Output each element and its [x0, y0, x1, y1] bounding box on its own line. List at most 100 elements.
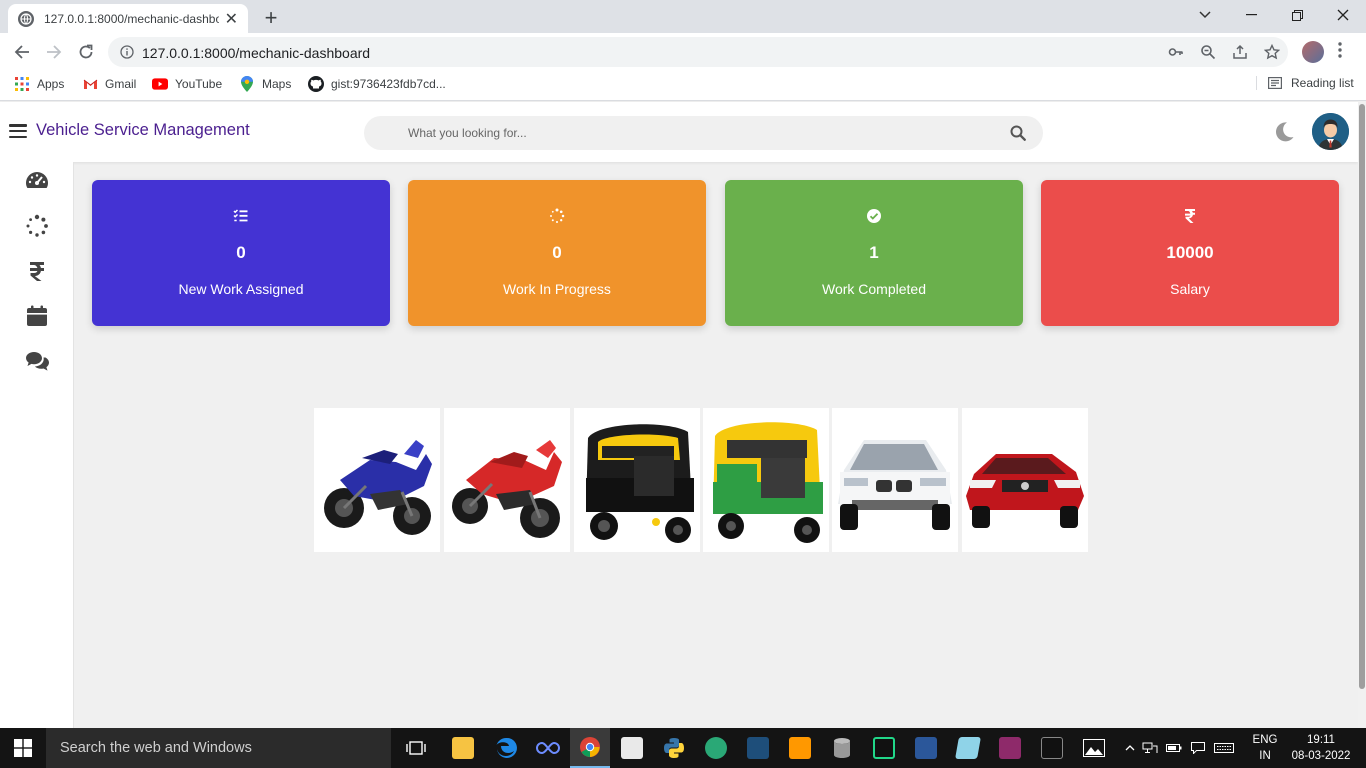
new-tab-button[interactable]: + — [260, 5, 282, 31]
notes-app-icon[interactable] — [948, 728, 988, 768]
bookmark-youtube[interactable]: YouTube — [152, 76, 222, 92]
card-label: New Work Assigned — [178, 281, 304, 297]
sidebar-item-calendar[interactable] — [24, 305, 50, 331]
tab-title: 127.0.0.1:8000/mechanic-dashboard — [44, 11, 219, 26]
spinner-icon — [25, 214, 49, 243]
store-icon[interactable] — [612, 728, 652, 768]
calendar-icon — [25, 304, 49, 333]
browser-tab-strip: 127.0.0.1:8000/mechanic-dashboard ✕ + — [0, 0, 1366, 33]
card-label: Salary — [1170, 281, 1210, 297]
sidebar-item-salary[interactable] — [24, 260, 50, 286]
sidebar — [0, 162, 74, 728]
file-explorer-icon[interactable] — [443, 728, 483, 768]
atom-editor-icon[interactable] — [696, 728, 736, 768]
bookmark-maps[interactable]: Maps — [239, 76, 291, 92]
sidebar-item-dashboard[interactable] — [24, 170, 50, 196]
sublime-text-icon[interactable] — [780, 728, 820, 768]
task-view-icon[interactable] — [396, 728, 436, 768]
windows-start-icon[interactable] — [0, 728, 46, 768]
sidebar-item-work-in-progress[interactable] — [24, 214, 50, 243]
vehicle-image-red-motorcycle — [444, 408, 570, 552]
bookmark-star-icon[interactable] — [1263, 43, 1281, 60]
card-value: 0 — [552, 243, 562, 262]
bookmark-gmail[interactable]: Gmail — [82, 76, 136, 92]
card-label: Work In Progress — [503, 281, 611, 297]
speedometer-icon — [25, 169, 49, 198]
maps-icon — [239, 76, 255, 92]
language-code: ENG — [1252, 734, 1278, 746]
page-scrollbar[interactable] — [1358, 102, 1366, 728]
close-window-button[interactable] — [1320, 0, 1366, 30]
taskbar-clock[interactable]: 19:11 08-03-2022 — [1286, 732, 1356, 764]
tab-close-icon[interactable]: ✕ — [225, 9, 238, 29]
winrar-icon[interactable] — [990, 728, 1030, 768]
card-new-work-assigned[interactable]: 0 New Work Assigned — [92, 180, 390, 326]
scrollbar-thumb[interactable] — [1359, 104, 1365, 689]
back-button[interactable] — [10, 40, 34, 64]
network-icon[interactable] — [1138, 742, 1162, 754]
notifications-icon[interactable] — [1186, 742, 1210, 754]
show-hidden-icons-chevron-icon[interactable] — [1122, 745, 1138, 751]
menu-toggle-icon[interactable] — [9, 124, 27, 138]
profile-avatar[interactable] — [1302, 41, 1324, 63]
url-text[interactable]: 127.0.0.1:8000/mechanic-dashboard — [142, 45, 370, 61]
mysql-workbench-icon[interactable] — [738, 728, 778, 768]
card-work-in-progress[interactable]: 0 Work In Progress — [408, 180, 706, 326]
taskbar-search-text: Search the web and Windows — [60, 740, 252, 756]
terminal-icon[interactable] — [1032, 728, 1072, 768]
chat-icon — [25, 349, 49, 378]
browser-toolbar: 127.0.0.1:8000/mechanic-dashboard — [0, 33, 1366, 70]
card-value: 1 — [869, 243, 879, 262]
site-info-icon[interactable] — [120, 45, 134, 64]
sidebar-item-feedback[interactable] — [24, 350, 50, 376]
word-icon[interactable] — [906, 728, 946, 768]
reload-button[interactable] — [74, 40, 98, 64]
language-indicator[interactable]: ENG IN — [1250, 732, 1280, 764]
minimize-button[interactable] — [1228, 0, 1274, 30]
pycharm-icon[interactable] — [864, 728, 904, 768]
reading-list-button[interactable]: Reading list — [1256, 76, 1354, 90]
language-region: IN — [1259, 750, 1271, 762]
tasks-icon — [92, 208, 390, 224]
brand-title[interactable]: Vehicle Service Management — [36, 121, 250, 140]
vehicle-image-red-sedan — [962, 408, 1088, 552]
photos-app-icon[interactable] — [1074, 728, 1114, 768]
rupee-icon — [25, 259, 49, 288]
infinity-app-icon[interactable] — [528, 728, 568, 768]
search-bar — [364, 116, 1043, 150]
battery-icon[interactable] — [1162, 743, 1186, 753]
bookmark-apps[interactable]: Apps — [14, 76, 64, 92]
edge-browser-icon[interactable] — [486, 728, 526, 768]
card-work-completed[interactable]: 1 Work Completed — [725, 180, 1023, 326]
tab-search-chevron-icon[interactable] — [1182, 0, 1228, 30]
taskbar-search-box[interactable]: Search the web and Windows — [46, 728, 391, 768]
browser-menu-icon[interactable] — [1338, 42, 1342, 63]
address-bar[interactable]: 127.0.0.1:8000/mechanic-dashboard — [108, 37, 1288, 67]
system-tray — [1122, 728, 1238, 768]
keyboard-icon[interactable] — [1210, 743, 1238, 753]
card-salary[interactable]: 10000 Salary — [1041, 180, 1339, 326]
apps-grid-icon — [14, 76, 30, 92]
search-input[interactable] — [408, 116, 968, 150]
forward-button[interactable] — [42, 40, 66, 64]
bookmark-label: Apps — [37, 77, 65, 91]
share-icon[interactable] — [1232, 44, 1248, 60]
zoom-icon[interactable] — [1200, 44, 1216, 60]
python-icon[interactable] — [654, 728, 694, 768]
bookmark-label: Maps — [262, 77, 292, 91]
search-icon[interactable] — [1010, 125, 1026, 141]
database-icon[interactable] — [822, 728, 862, 768]
browser-tab[interactable]: 127.0.0.1:8000/mechanic-dashboard ✕ — [8, 4, 248, 33]
dark-mode-moon-icon[interactable] — [1273, 121, 1295, 143]
reading-list-label: Reading list — [1291, 76, 1354, 90]
card-value: 10000 — [1166, 243, 1214, 262]
windows-taskbar: Search the web and Windows ENG IN 19:11 … — [0, 728, 1366, 768]
chrome-taskbar-icon[interactable] — [570, 728, 610, 768]
bookmark-gist[interactable]: gist:9736423fdb7cd... — [308, 76, 446, 92]
bookmark-label: YouTube — [175, 77, 223, 91]
vehicle-gallery — [314, 408, 1090, 552]
user-avatar[interactable] — [1312, 113, 1349, 150]
card-value: 0 — [236, 243, 246, 262]
restore-button[interactable] — [1274, 0, 1320, 30]
key-icon[interactable] — [1168, 44, 1184, 60]
